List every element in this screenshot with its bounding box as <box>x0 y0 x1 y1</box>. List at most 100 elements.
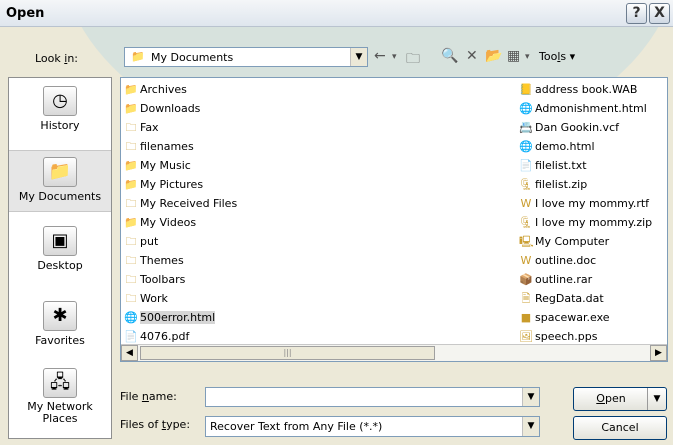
file-name: address book.WAB <box>535 83 638 96</box>
help-button[interactable]: ? <box>626 3 647 24</box>
computer-icon: 🖳 <box>519 235 534 248</box>
file-name: Archives <box>140 83 187 96</box>
search-web-icon[interactable]: 🔍 <box>441 48 458 64</box>
folder-icon: 🗀 <box>125 235 137 248</box>
file-name: filelist.txt <box>535 159 587 172</box>
horizontal-scrollbar[interactable]: ◀ ||| ▶ <box>121 344 667 361</box>
file-column-right: 📒 address book.WAB 🌐 Admonishment.html 📇 Dan … <box>519 80 667 361</box>
dat-file-icon: 🗎 <box>521 292 531 305</box>
back-dropdown-icon[interactable]: ▾ <box>392 52 397 62</box>
html-file-icon: 🌐 <box>519 140 533 153</box>
file-list-item[interactable]: 📁 My Videos <box>124 213 237 232</box>
file-type-dropdown[interactable]: Recover Text from Any File (*.*) ▼ <box>205 416 540 437</box>
file-list-item[interactable]: 🗀 Work <box>124 289 237 308</box>
open-label: Open <box>596 392 626 405</box>
file-name: Dan Gookin.vcf <box>535 121 619 134</box>
file-list-item[interactable]: 🗜 filelist.zip <box>519 175 667 194</box>
open-button[interactable]: Open ▼ <box>573 387 667 411</box>
file-list-item[interactable]: 🗀 filenames <box>124 137 237 156</box>
delete-icon[interactable]: ✕ <box>466 48 478 64</box>
file-list-item[interactable]: 🌐 Admonishment.html <box>519 99 667 118</box>
file-name-input[interactable]: ▼ <box>205 387 540 407</box>
file-list-item[interactable]: 🗀 Toolbars <box>124 270 237 289</box>
favorites-icon: ✱ <box>43 301 77 331</box>
word-file-icon: W <box>520 197 532 210</box>
scroll-left-icon[interactable]: ◀ <box>121 345 138 361</box>
my-documents-icon: 📁 <box>43 157 77 187</box>
back-icon[interactable]: ← <box>374 48 386 64</box>
file-list-item[interactable]: 🗀 Fax <box>124 118 237 137</box>
file-list-item[interactable]: 🌐 500error.html <box>124 308 237 327</box>
look-in-label: Look in: <box>35 52 79 65</box>
cancel-button[interactable]: Cancel <box>573 416 667 440</box>
file-name: demo.html <box>535 140 595 153</box>
file-list: 📁 Archives 📁 Downloads 🗀 Fax 🗀 filenames 📁 My Mus… <box>120 77 668 362</box>
file-name: Work <box>140 292 168 305</box>
views-dropdown-icon[interactable]: ▾ <box>525 52 530 62</box>
file-list-item[interactable]: 🖳My Computer <box>519 232 667 251</box>
chevron-down-icon[interactable]: ▼ <box>522 388 539 406</box>
text-file-icon: 📄 <box>519 159 533 172</box>
history-icon: ◷ <box>43 86 77 116</box>
file-list-item[interactable]: 📁 My Pictures <box>124 175 237 194</box>
html-file-icon: 🌐 <box>519 102 533 115</box>
address-book-icon: 📒 <box>519 83 533 96</box>
file-list-item[interactable]: 🗀 My Received Files <box>124 194 238 213</box>
scroll-thumb[interactable]: ||| <box>140 346 435 360</box>
my-documents-icon: 📁 <box>131 50 145 63</box>
file-list-item[interactable]: Woutline.doc <box>519 251 667 270</box>
special-folder-icon: 📁 <box>124 102 138 115</box>
file-list-item[interactable]: 📁 My Music <box>124 156 237 175</box>
file-list-item[interactable]: 📒 address book.WAB <box>519 80 667 99</box>
special-folder-icon: 📁 <box>124 216 138 229</box>
file-list-item[interactable]: 📄 filelist.txt <box>519 156 667 175</box>
file-list-item[interactable]: 🗀 Themes <box>124 251 237 270</box>
file-list-item[interactable]: 📇 Dan Gookin.vcf <box>519 118 667 137</box>
file-name: Toolbars <box>140 273 186 286</box>
place-label: My Documents <box>18 190 102 203</box>
file-name: I love my mommy.rtf <box>535 197 650 210</box>
title-bar: Open ? X <box>0 0 673 27</box>
views-icon[interactable]: ▦ <box>507 48 520 64</box>
word-file-icon: W <box>520 254 532 267</box>
place-label: History <box>40 119 80 132</box>
special-folder-icon: 📁 <box>124 159 138 172</box>
file-list-item[interactable]: 📁 Archives <box>124 80 237 99</box>
place-network[interactable]: 🖧 My Network Places <box>9 368 111 436</box>
network-places-icon: 🖧 <box>43 368 77 398</box>
file-list-item[interactable]: 📁 Downloads <box>124 99 237 118</box>
file-name: I love my mommy.zip <box>535 216 653 229</box>
tools-menu[interactable]: Tools ▾ <box>539 50 575 63</box>
chevron-down-icon[interactable]: ▼ <box>350 48 367 66</box>
file-list-item[interactable]: WI love my mommy.rtf <box>519 194 667 213</box>
file-name: outline.rar <box>535 273 593 286</box>
vcard-icon: 📇 <box>519 121 533 134</box>
open-dropdown-icon[interactable]: ▼ <box>647 388 666 410</box>
look-in-dropdown[interactable]: 📁 My Documents ▼ <box>124 47 368 67</box>
scroll-right-icon[interactable]: ▶ <box>650 345 667 361</box>
file-list-item[interactable]: 📦 outline.rar <box>519 270 667 289</box>
file-list-item[interactable]: 🗎 RegData.dat <box>519 289 667 308</box>
up-folder-icon[interactable]: 🗀 <box>406 48 420 72</box>
file-name: My Received Files <box>140 197 238 210</box>
close-button[interactable]: X <box>649 3 670 24</box>
new-folder-icon[interactable]: 📂 <box>485 48 502 64</box>
file-column-left: 📁 Archives 📁 Downloads 🗀 Fax 🗀 filenames 📁 My Mus… <box>124 80 238 361</box>
chevron-down-icon[interactable]: ▼ <box>522 417 539 436</box>
file-name: Themes <box>140 254 184 267</box>
place-desktop[interactable]: ▣ Desktop <box>9 226 111 288</box>
file-list-item[interactable]: 🗜 I love my mommy.zip <box>519 213 667 232</box>
file-list-item[interactable]: ■ spacewar.exe <box>519 308 667 327</box>
place-favorites[interactable]: ✱ Favorites <box>9 301 111 363</box>
look-in-value: My Documents <box>151 51 234 64</box>
file-name: RegData.dat <box>535 292 604 305</box>
place-history[interactable]: ◷ History <box>9 86 111 148</box>
place-label: Favorites <box>35 334 85 347</box>
file-name: My Videos <box>140 216 197 229</box>
file-list-item[interactable]: 🌐 demo.html <box>519 137 667 156</box>
special-folder-icon: 📁 <box>124 178 138 191</box>
place-my-documents[interactable]: 📁 My Documents <box>9 150 111 212</box>
file-list-item[interactable]: 🗀 put <box>124 232 237 251</box>
zip-file-icon: 🗜 <box>519 216 533 229</box>
place-label: Desktop <box>37 259 83 272</box>
